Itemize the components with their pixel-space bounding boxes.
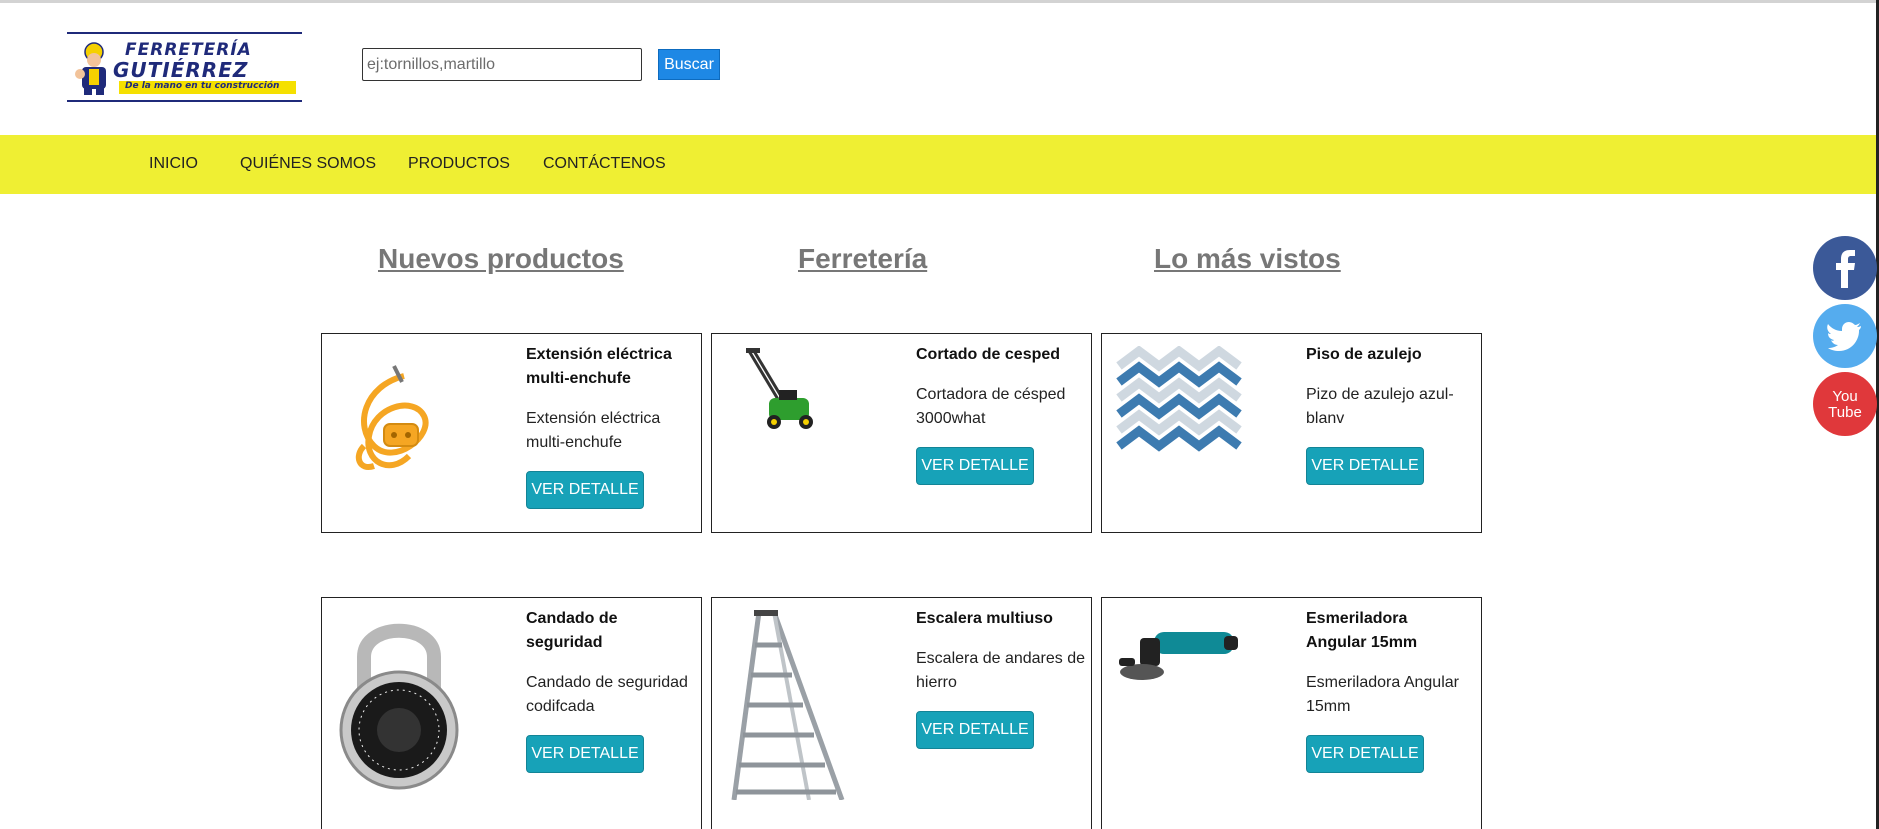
youtube-icon[interactable]: You Tube (1813, 372, 1877, 436)
logo-title-line1: FERRETERÍA (125, 40, 252, 60)
lawn-mower-image (746, 348, 813, 429)
product-description: Extensión eléctrica multi-enchufe (526, 410, 661, 451)
product-title: Piso de azulejo (1306, 346, 1422, 363)
ver-detalle-button[interactable]: VER DETALLE (526, 471, 644, 509)
product-title: Candado de seguridad (526, 610, 618, 651)
product-description: Esmeriladora Angular 15mm (1306, 674, 1459, 715)
product-title: Cortado de cesped (916, 346, 1061, 363)
top-border (0, 0, 1879, 3)
nav-item-contactenos[interactable]: CONTÁCTENOS (543, 155, 666, 173)
angle-grinder-image (1119, 632, 1238, 680)
section-heading-ferreteria[interactable]: Ferretería (798, 243, 927, 275)
ver-detalle-button[interactable]: VER DETALLE (1306, 447, 1424, 485)
worker-mascot-icon (75, 42, 106, 95)
logo-slogan: De la mano en tu construcción (125, 81, 280, 91)
product-description: Candado de seguridad codifcada (526, 674, 688, 715)
ver-detalle-button[interactable]: VER DETALLE (526, 735, 644, 773)
ladder-image (731, 610, 845, 800)
search-input[interactable] (362, 48, 642, 81)
product-card: Candado de seguridad Candado de segurida… (321, 597, 702, 829)
product-card: Escalera multiuso Escalera de andares de… (711, 597, 1092, 829)
section-heading-nuevos-productos[interactable]: Nuevos productos (378, 243, 624, 275)
nav-item-productos[interactable]: PRODUCTOS (408, 155, 510, 173)
youtube-label-you: You (1832, 388, 1857, 405)
product-card: Esmeriladora Angular 15mm Esmeriladora A… (1101, 597, 1482, 829)
product-card: Piso de azulejo Pizo de azulejo azul-bla… (1101, 333, 1482, 533)
main-navbar: INICIO QUIÉNES SOMOS PRODUCTOS CONTÁCTEN… (0, 135, 1876, 194)
tile-image (1116, 346, 1242, 452)
product-card: Extensión eléctrica multi-enchufe Extens… (321, 333, 702, 533)
twitter-icon[interactable] (1813, 304, 1877, 368)
ver-detalle-button[interactable]: VER DETALLE (916, 447, 1034, 485)
extension-cord-image (355, 365, 429, 470)
ver-detalle-button[interactable]: VER DETALLE (916, 711, 1034, 749)
store-logo[interactable]: FERRETERÍA GUTIÉRREZ De la mano en tu co… (67, 32, 302, 102)
product-card: Cortado de cesped Cortadora de césped 30… (711, 333, 1092, 533)
logo-title-line2: GUTIÉRREZ (113, 58, 249, 82)
ver-detalle-button[interactable]: VER DETALLE (1306, 735, 1424, 773)
product-description: Cortadora de césped 3000what (916, 386, 1066, 427)
facebook-icon[interactable] (1813, 236, 1877, 300)
product-title: Escalera multiuso (916, 610, 1053, 627)
nav-item-inicio[interactable]: INICIO (149, 155, 198, 173)
nav-item-quienes-somos[interactable]: QUIÉNES SOMOS (240, 155, 376, 173)
search-button[interactable]: Buscar (658, 49, 720, 80)
product-description: Pizo de azulejo azul-blanv (1306, 386, 1454, 427)
youtube-label-tube: Tube (1828, 404, 1862, 421)
padlock-image (339, 623, 459, 790)
product-description: Escalera de andares de hierro (916, 650, 1085, 691)
product-title: Extensión eléctrica multi-enchufe (526, 346, 672, 387)
product-title: Esmeriladora Angular 15mm (1306, 610, 1418, 651)
section-heading-lo-mas-vistos[interactable]: Lo más vistos (1154, 243, 1341, 275)
